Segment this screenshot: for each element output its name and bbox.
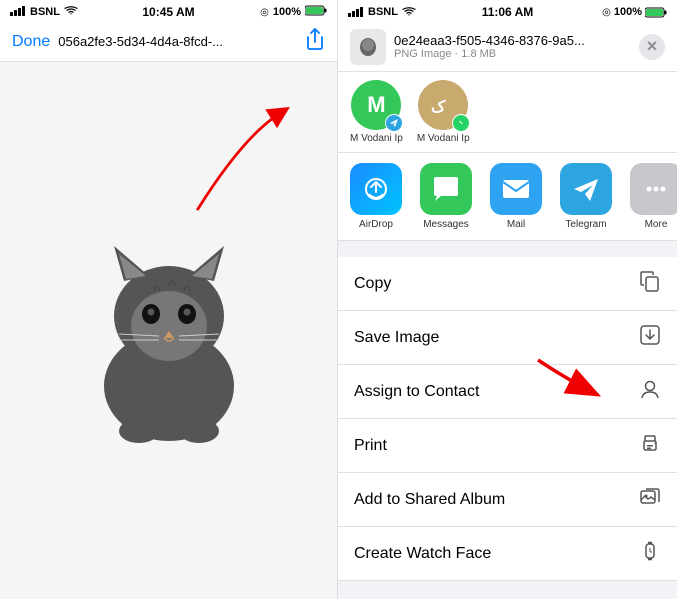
file-name: 0e24eaa3-f505-4346-8376-9a5...	[394, 33, 594, 48]
left-location-icon: ◎	[260, 7, 269, 18]
messages-label: Messages	[423, 219, 469, 230]
left-wifi-icon	[64, 6, 78, 19]
save-icon	[639, 324, 661, 351]
separator	[338, 241, 677, 249]
left-panel: BSNL 10:45 AM ◎ 100% Done 056a2fe3-5d34-…	[0, 0, 338, 599]
print-icon	[639, 432, 661, 459]
copy-action[interactable]: Copy	[338, 257, 677, 311]
airdrop-label: AirDrop	[359, 219, 393, 230]
left-nav-bar: Done 056a2fe3-5d34-4d4a-8fcd-...	[0, 22, 337, 62]
more-label: More	[645, 219, 668, 230]
recipient-avatar-2: ک	[418, 80, 468, 130]
left-status-bar: BSNL 10:45 AM ◎ 100%	[0, 0, 337, 22]
right-carrier: BSNL	[368, 6, 398, 18]
done-button[interactable]: Done	[12, 33, 50, 51]
save-image-action[interactable]: Save Image	[338, 311, 677, 365]
watch-face-action[interactable]: Create Watch Face	[338, 527, 677, 581]
assign-contact-label: Assign to Contact	[354, 383, 479, 401]
left-signal-icon	[10, 6, 26, 19]
right-battery-area: ◎ 100%	[602, 6, 667, 18]
messages-icon	[420, 163, 472, 215]
airdrop-app[interactable]: AirDrop	[346, 163, 406, 230]
right-time: 11:06 AM	[482, 5, 534, 19]
file-details: 0e24eaa3-f505-4346-8376-9a5... PNG Image…	[394, 33, 639, 60]
save-image-label: Save Image	[354, 329, 439, 347]
recipient-label-1: M Vodani Ip	[350, 133, 403, 144]
watch-face-label: Create Watch Face	[354, 545, 491, 563]
left-time: 10:45 AM	[142, 5, 194, 19]
right-location-icon: ◎	[602, 7, 611, 18]
more-apps[interactable]: More	[626, 163, 677, 230]
share-apps-row: AirDrop Messages Mail Telegram More	[338, 153, 677, 241]
mail-icon	[490, 163, 542, 215]
more-icon	[630, 163, 677, 215]
recipient-item[interactable]: M M Vodani Ip	[350, 80, 403, 144]
right-status-bar: BSNL 11:06 AM ◎ 100%	[338, 0, 677, 22]
print-label: Print	[354, 437, 387, 455]
right-carrier-signal: BSNL	[348, 6, 416, 18]
right-panel: BSNL 11:06 AM ◎ 100% 0e24eaa3-f505-4346-…	[338, 0, 677, 599]
left-right-status: ◎ 100%	[260, 5, 327, 19]
shared-album-label: Add to Shared Album	[354, 491, 505, 509]
copy-icon	[639, 270, 661, 297]
telegram-label: Telegram	[565, 219, 606, 230]
watch-icon	[639, 540, 661, 567]
share-recipients: M M Vodani Ip ک M Vodani Ip	[338, 72, 677, 153]
whatsapp-badge	[452, 114, 470, 132]
left-carrier: BSNL	[30, 6, 60, 18]
airdrop-icon	[350, 163, 402, 215]
shared-album-action[interactable]: Add to Shared Album	[338, 473, 677, 527]
telegram-app[interactable]: Telegram	[556, 163, 616, 230]
close-button[interactable]: ×	[639, 34, 665, 60]
file-meta: PNG Image · 1.8 MB	[394, 48, 639, 60]
recipient-label-2: M Vodani Ip	[417, 133, 470, 144]
left-file-title: 056a2fe3-5d34-4d4a-8fcd-...	[58, 34, 297, 49]
album-icon	[639, 486, 661, 513]
action-list: Copy Save Image Assign to Contact Print	[338, 249, 677, 599]
cat-image	[69, 216, 269, 446]
left-battery-icon	[305, 5, 327, 19]
recipient-item-2[interactable]: ک M Vodani Ip	[417, 80, 470, 144]
right-battery-text: 100%	[614, 6, 642, 18]
mail-label: Mail	[507, 219, 525, 230]
telegram-icon	[560, 163, 612, 215]
svg-text:ک: ک	[431, 99, 446, 116]
assign-contact-action[interactable]: Assign to Contact	[338, 365, 677, 419]
file-info: 0e24eaa3-f505-4346-8376-9a5... PNG Image…	[350, 29, 639, 65]
recipient-avatar-1: M	[351, 80, 401, 130]
copy-label: Copy	[354, 275, 391, 293]
left-image-area	[0, 62, 337, 599]
mail-app[interactable]: Mail	[486, 163, 546, 230]
telegram-badge	[385, 114, 403, 132]
print-action[interactable]: Print	[338, 419, 677, 473]
left-share-button[interactable]	[305, 28, 325, 56]
left-carrier-time: BSNL	[10, 6, 78, 19]
contact-icon	[639, 378, 661, 405]
left-battery-text: 100%	[273, 6, 301, 18]
right-nav-bar: 0e24eaa3-f505-4346-8376-9a5... PNG Image…	[338, 22, 677, 72]
messages-app[interactable]: Messages	[416, 163, 476, 230]
file-thumbnail	[350, 29, 386, 65]
